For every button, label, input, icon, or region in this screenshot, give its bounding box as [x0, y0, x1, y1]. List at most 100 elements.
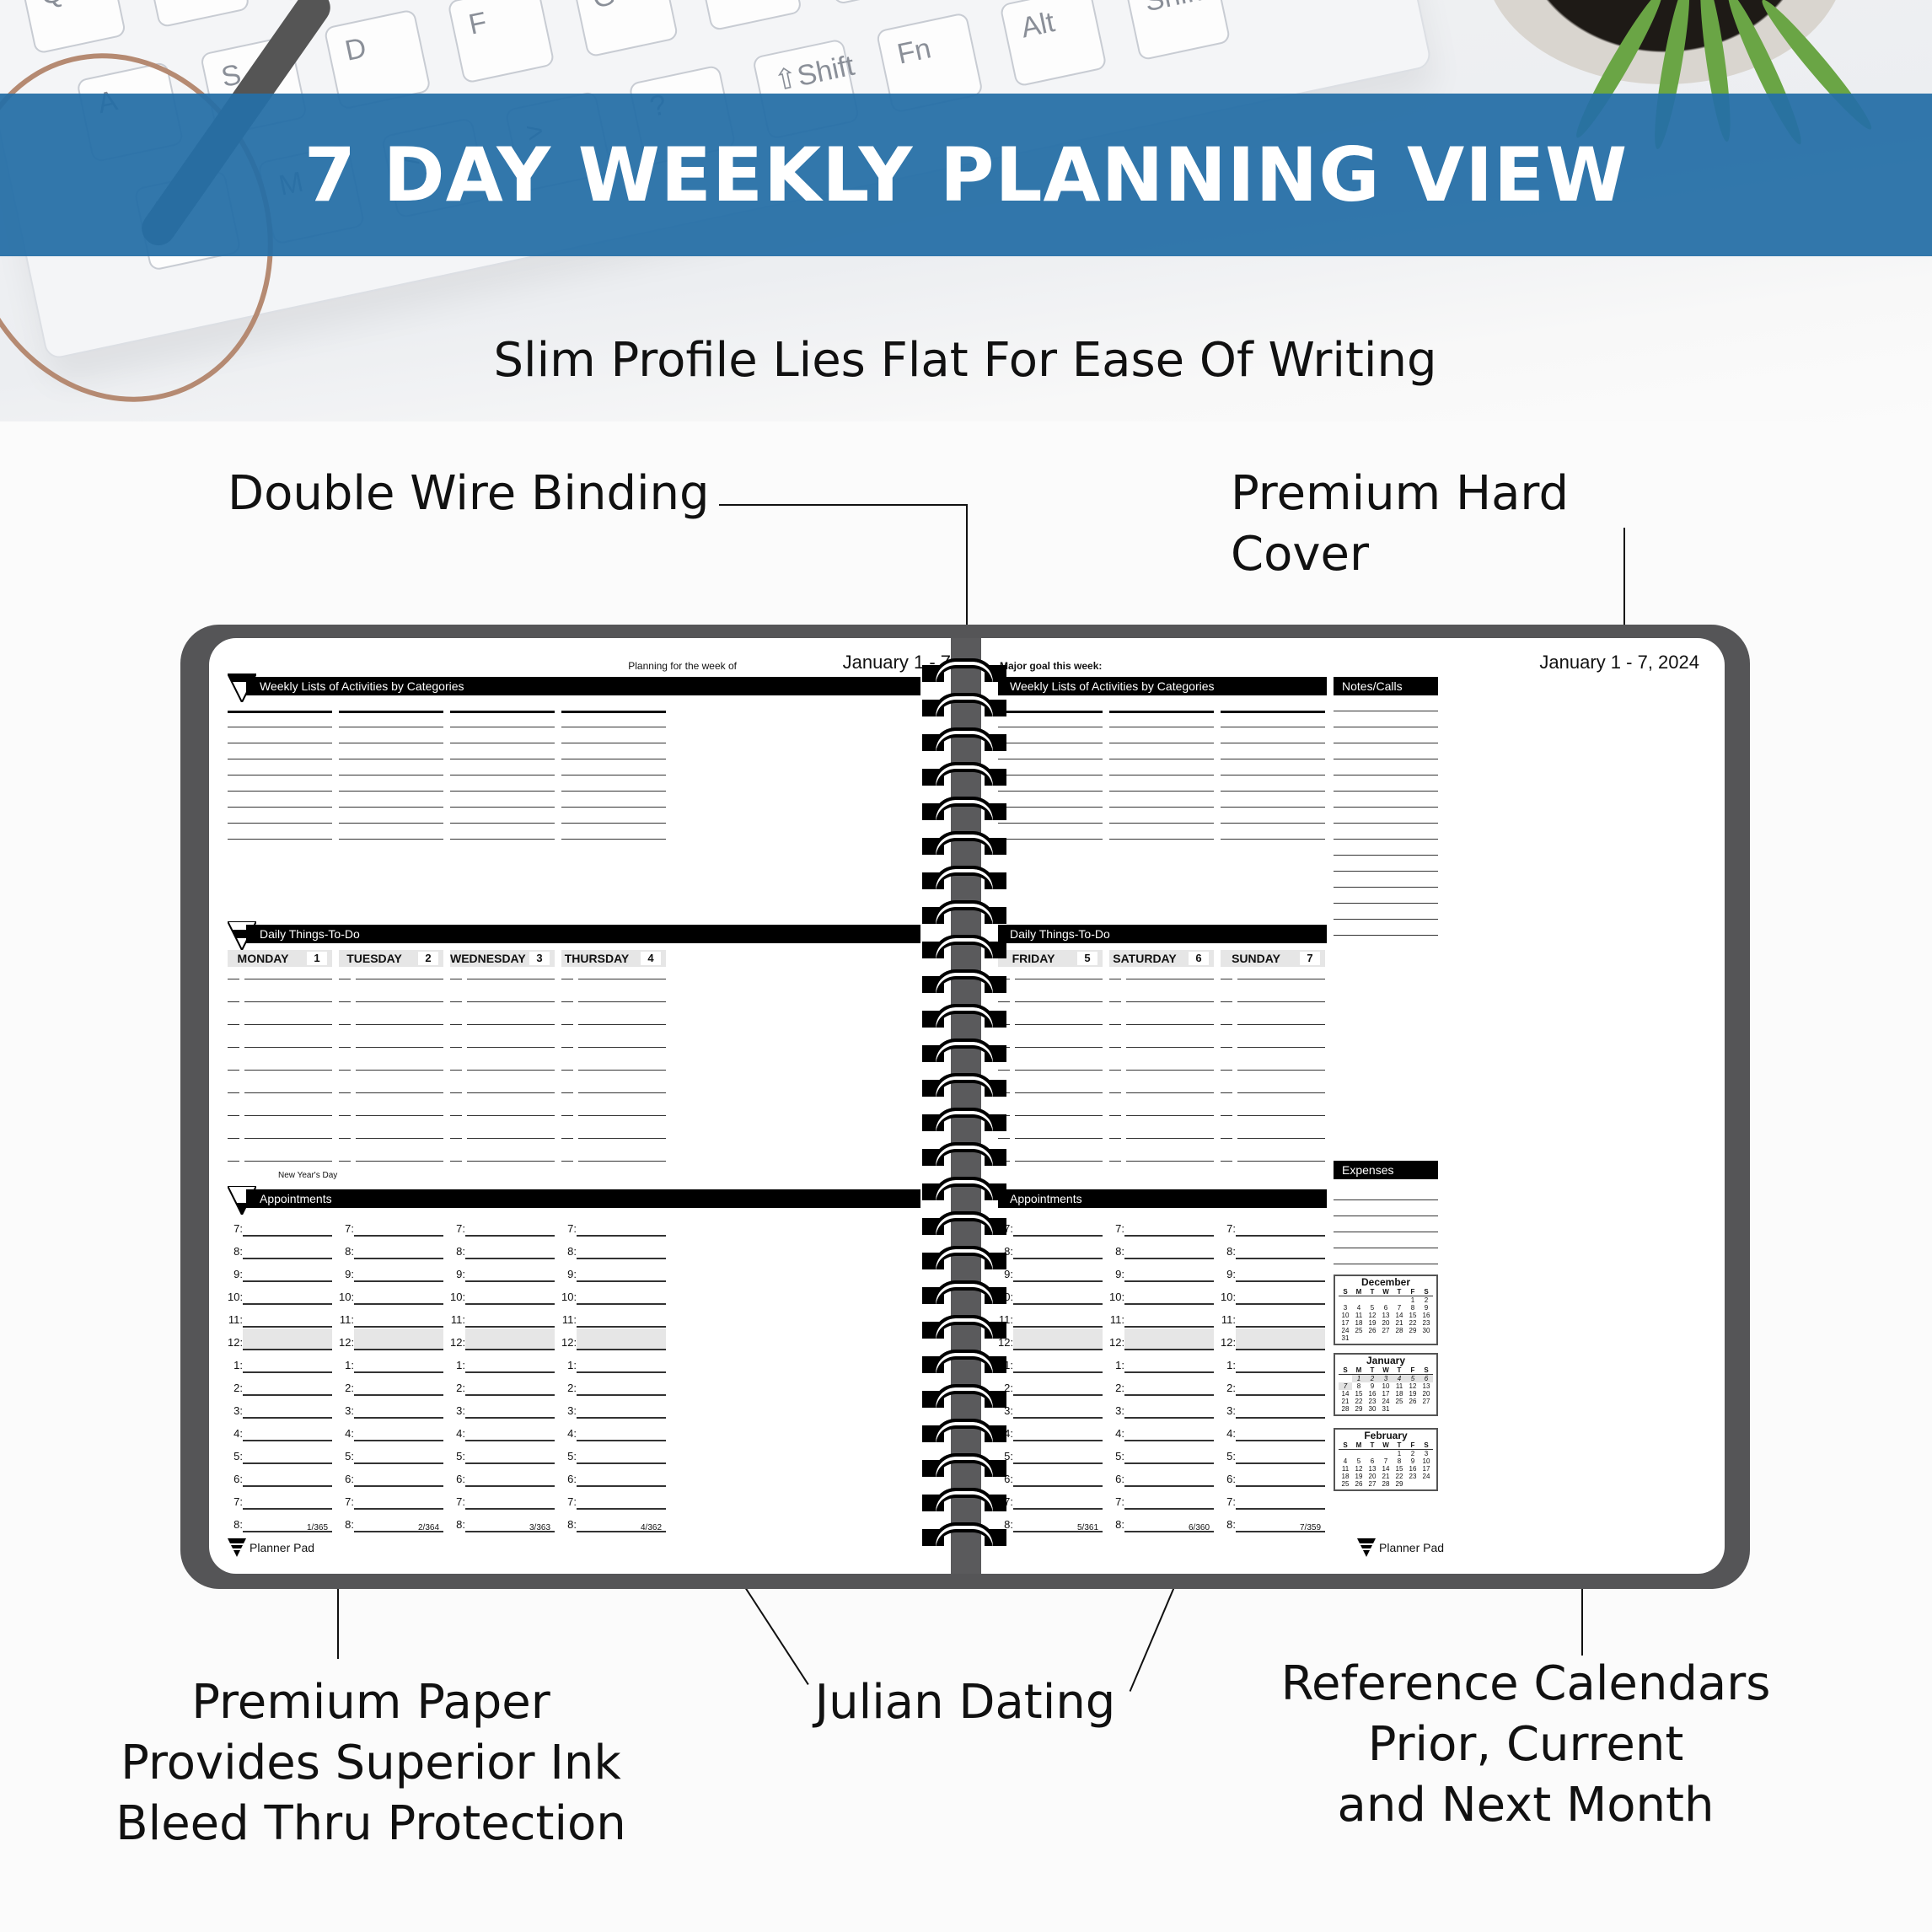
category-list-line[interactable] — [339, 839, 443, 840]
todo-checkbox-line[interactable] — [1221, 1138, 1232, 1139]
calendar-day[interactable]: 3 — [1339, 1304, 1352, 1312]
appointment-slot[interactable]: 1: — [228, 1353, 332, 1373]
todo-line[interactable] — [1015, 1024, 1103, 1025]
todo-checkbox-line[interactable] — [339, 1161, 351, 1162]
todo-line[interactable] — [578, 1115, 666, 1116]
appointment-slot[interactable]: 10: — [228, 1285, 332, 1305]
appointment-slot[interactable]: 3: — [1109, 1398, 1214, 1419]
calendar-day[interactable]: 6 — [1419, 1375, 1433, 1382]
appointment-slot[interactable]: 8: — [450, 1239, 555, 1259]
calendar-day[interactable]: 19 — [1406, 1390, 1419, 1398]
todo-checkbox-line[interactable] — [1221, 1115, 1232, 1116]
appointment-slot[interactable]: 11: — [1221, 1307, 1325, 1328]
appointment-slot[interactable]: 1: — [450, 1353, 555, 1373]
category-list-line[interactable] — [228, 823, 332, 824]
todo-checkbox-line[interactable] — [561, 1138, 573, 1139]
appointment-slot[interactable]: 3: — [450, 1398, 555, 1419]
calendar-day[interactable]: 7 — [1379, 1457, 1393, 1465]
appointment-slot[interactable]: 5: — [1221, 1444, 1325, 1464]
todo-checkbox-line[interactable] — [228, 1070, 239, 1071]
appointment-slot[interactable]: 5: — [1109, 1444, 1214, 1464]
calendar-day[interactable]: 28 — [1393, 1327, 1406, 1334]
category-list-line[interactable] — [1221, 823, 1325, 824]
appointment-slot[interactable]: 8: — [998, 1239, 1103, 1259]
calendar-day[interactable]: 27 — [1419, 1398, 1433, 1405]
appointment-slot[interactable]: 7: — [339, 1216, 443, 1237]
todo-line[interactable] — [1126, 1070, 1214, 1071]
appointment-slot[interactable]: 5: — [450, 1444, 555, 1464]
todo-line[interactable] — [356, 1047, 443, 1048]
calendar-day[interactable]: 29 — [1352, 1405, 1366, 1413]
calendar-day[interactable]: 7 — [1339, 1382, 1352, 1390]
calendar-day[interactable]: 28 — [1379, 1480, 1393, 1488]
appointment-slot[interactable]: 9: — [228, 1262, 332, 1282]
todo-line[interactable] — [578, 1070, 666, 1071]
calendar-day[interactable]: 16 — [1419, 1312, 1433, 1319]
todo-line[interactable] — [1237, 1092, 1325, 1093]
appointment-slot[interactable]: 9: — [561, 1262, 666, 1282]
expenses-line[interactable] — [1334, 1199, 1438, 1200]
todo-line[interactable] — [1015, 1115, 1103, 1116]
todo-checkbox-line[interactable] — [228, 1115, 239, 1116]
appointment-slot[interactable]: 3: — [228, 1398, 332, 1419]
calendar-day[interactable]: 10 — [1339, 1312, 1352, 1319]
category-list-line[interactable] — [228, 807, 332, 808]
category-list-line[interactable] — [998, 807, 1103, 808]
appointment-slot[interactable]: 10: — [561, 1285, 666, 1305]
category-list-line[interactable] — [998, 839, 1103, 840]
calendar-day[interactable]: 9 — [1406, 1457, 1419, 1465]
appointment-slot[interactable]: 2: — [561, 1376, 666, 1396]
calendar-day[interactable]: 6 — [1366, 1457, 1379, 1465]
calendar-day[interactable]: 8 — [1352, 1382, 1366, 1390]
todo-checkbox-line[interactable] — [998, 1138, 1010, 1139]
todo-checkbox-line[interactable] — [1221, 1024, 1232, 1025]
appointment-slot[interactable]: 10: — [339, 1285, 443, 1305]
calendar-day[interactable]: 28 — [1339, 1405, 1352, 1413]
todo-checkbox-line[interactable] — [450, 1115, 462, 1116]
category-list-line[interactable] — [450, 839, 555, 840]
todo-checkbox-line[interactable] — [450, 1161, 462, 1162]
calendar-day[interactable]: 19 — [1352, 1473, 1366, 1480]
calendar-day[interactable]: 15 — [1352, 1390, 1366, 1398]
appointment-slot[interactable]: 5: — [339, 1444, 443, 1464]
appointment-slot[interactable]: 8: — [1221, 1239, 1325, 1259]
category-list-line[interactable] — [1109, 839, 1214, 840]
notes-line[interactable] — [1334, 807, 1438, 808]
calendar-day[interactable]: 11 — [1339, 1465, 1352, 1473]
calendar-day[interactable]: 25 — [1339, 1480, 1352, 1488]
todo-checkbox-line[interactable] — [339, 1070, 351, 1071]
todo-checkbox-line[interactable] — [339, 1115, 351, 1116]
todo-line[interactable] — [578, 1047, 666, 1048]
notes-line[interactable] — [1334, 903, 1438, 904]
appointment-slot[interactable]: 1: — [998, 1353, 1103, 1373]
calendar-day[interactable]: 30 — [1366, 1405, 1379, 1413]
todo-line[interactable] — [356, 1001, 443, 1002]
appointment-slot[interactable]: 11: — [339, 1307, 443, 1328]
appointment-slot[interactable]: 7: — [561, 1489, 666, 1510]
todo-checkbox-line[interactable] — [228, 1092, 239, 1093]
appointment-slot[interactable]: 11: — [228, 1307, 332, 1328]
appointment-slot[interactable]: 11: — [561, 1307, 666, 1328]
appointment-slot[interactable]: 12: — [450, 1328, 555, 1350]
appointment-slot[interactable]: 2: — [450, 1376, 555, 1396]
appointment-slot[interactable]: 4: — [1109, 1421, 1214, 1441]
calendar-day[interactable]: 15 — [1393, 1465, 1406, 1473]
calendar-day[interactable]: 20 — [1379, 1319, 1393, 1327]
category-list-line[interactable] — [1221, 791, 1325, 792]
todo-checkbox-line[interactable] — [998, 1070, 1010, 1071]
appointment-slot[interactable]: 5: — [561, 1444, 666, 1464]
calendar-day[interactable]: 21 — [1393, 1319, 1406, 1327]
calendar-day[interactable]: 21 — [1339, 1398, 1352, 1405]
appointment-slot[interactable]: 1: — [1109, 1353, 1214, 1373]
calendar-day[interactable]: 22 — [1393, 1473, 1406, 1480]
todo-line[interactable] — [578, 1161, 666, 1162]
calendar-day[interactable]: 31 — [1339, 1334, 1352, 1342]
calendar-day[interactable]: 22 — [1352, 1398, 1366, 1405]
todo-line[interactable] — [467, 1024, 555, 1025]
calendar-day[interactable]: 12 — [1352, 1465, 1366, 1473]
appointment-slot[interactable]: 9: — [339, 1262, 443, 1282]
appointment-slot[interactable]: 10: — [998, 1285, 1103, 1305]
category-list-line[interactable] — [1109, 823, 1214, 824]
appointment-slot[interactable]: 7: — [1109, 1216, 1214, 1237]
appointment-slot[interactable]: 3: — [561, 1398, 666, 1419]
